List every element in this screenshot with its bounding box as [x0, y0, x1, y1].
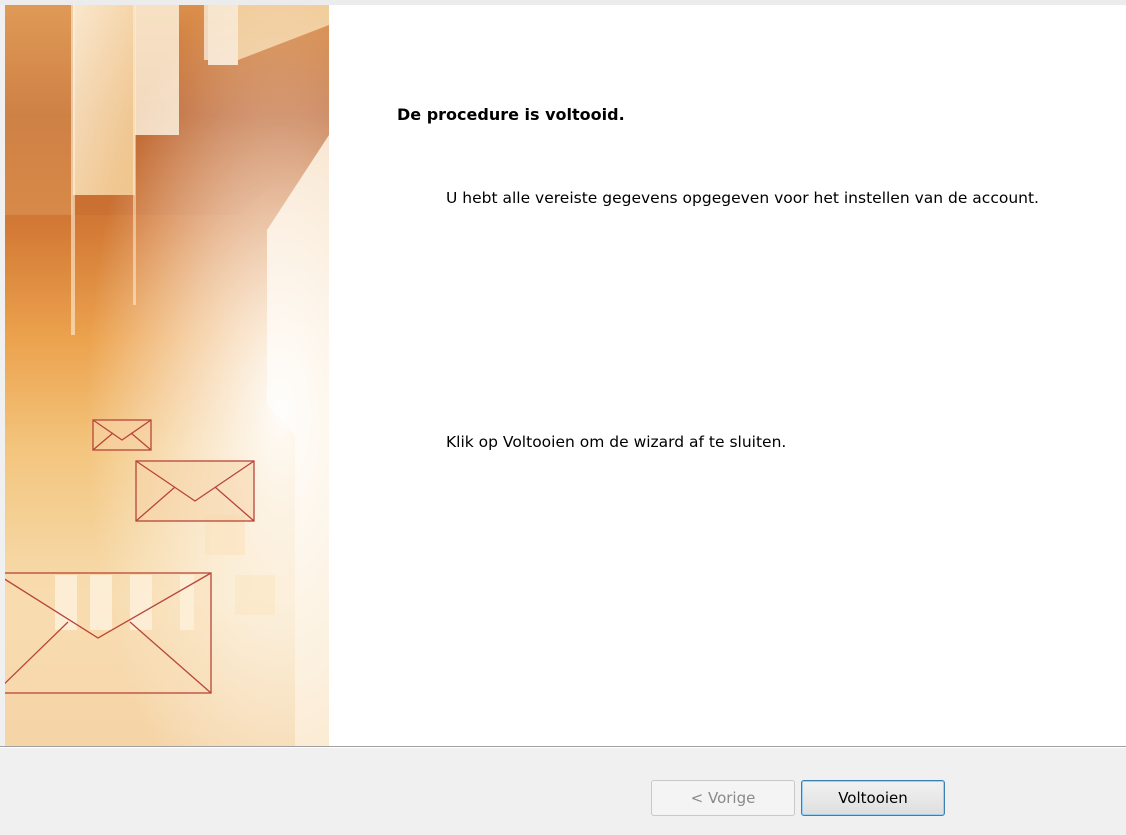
finish-hint: Klik op Voltooien om de wizard af te slu…: [446, 433, 787, 451]
footer-divider-highlight: [0, 747, 1126, 748]
finish-button[interactable]: Voltooien: [801, 780, 945, 816]
account-wizard: De procedure is voltooid. U hebt alle ve…: [0, 0, 1126, 835]
wizard-content-panel: De procedure is voltooid. U hebt alle ve…: [329, 5, 1126, 746]
wizard-banner-image: [5, 5, 329, 746]
back-button[interactable]: < Vorige: [651, 780, 795, 816]
completion-message: U hebt alle vereiste gegevens opgegeven …: [446, 189, 1039, 207]
page-title: De procedure is voltooid.: [397, 105, 625, 124]
